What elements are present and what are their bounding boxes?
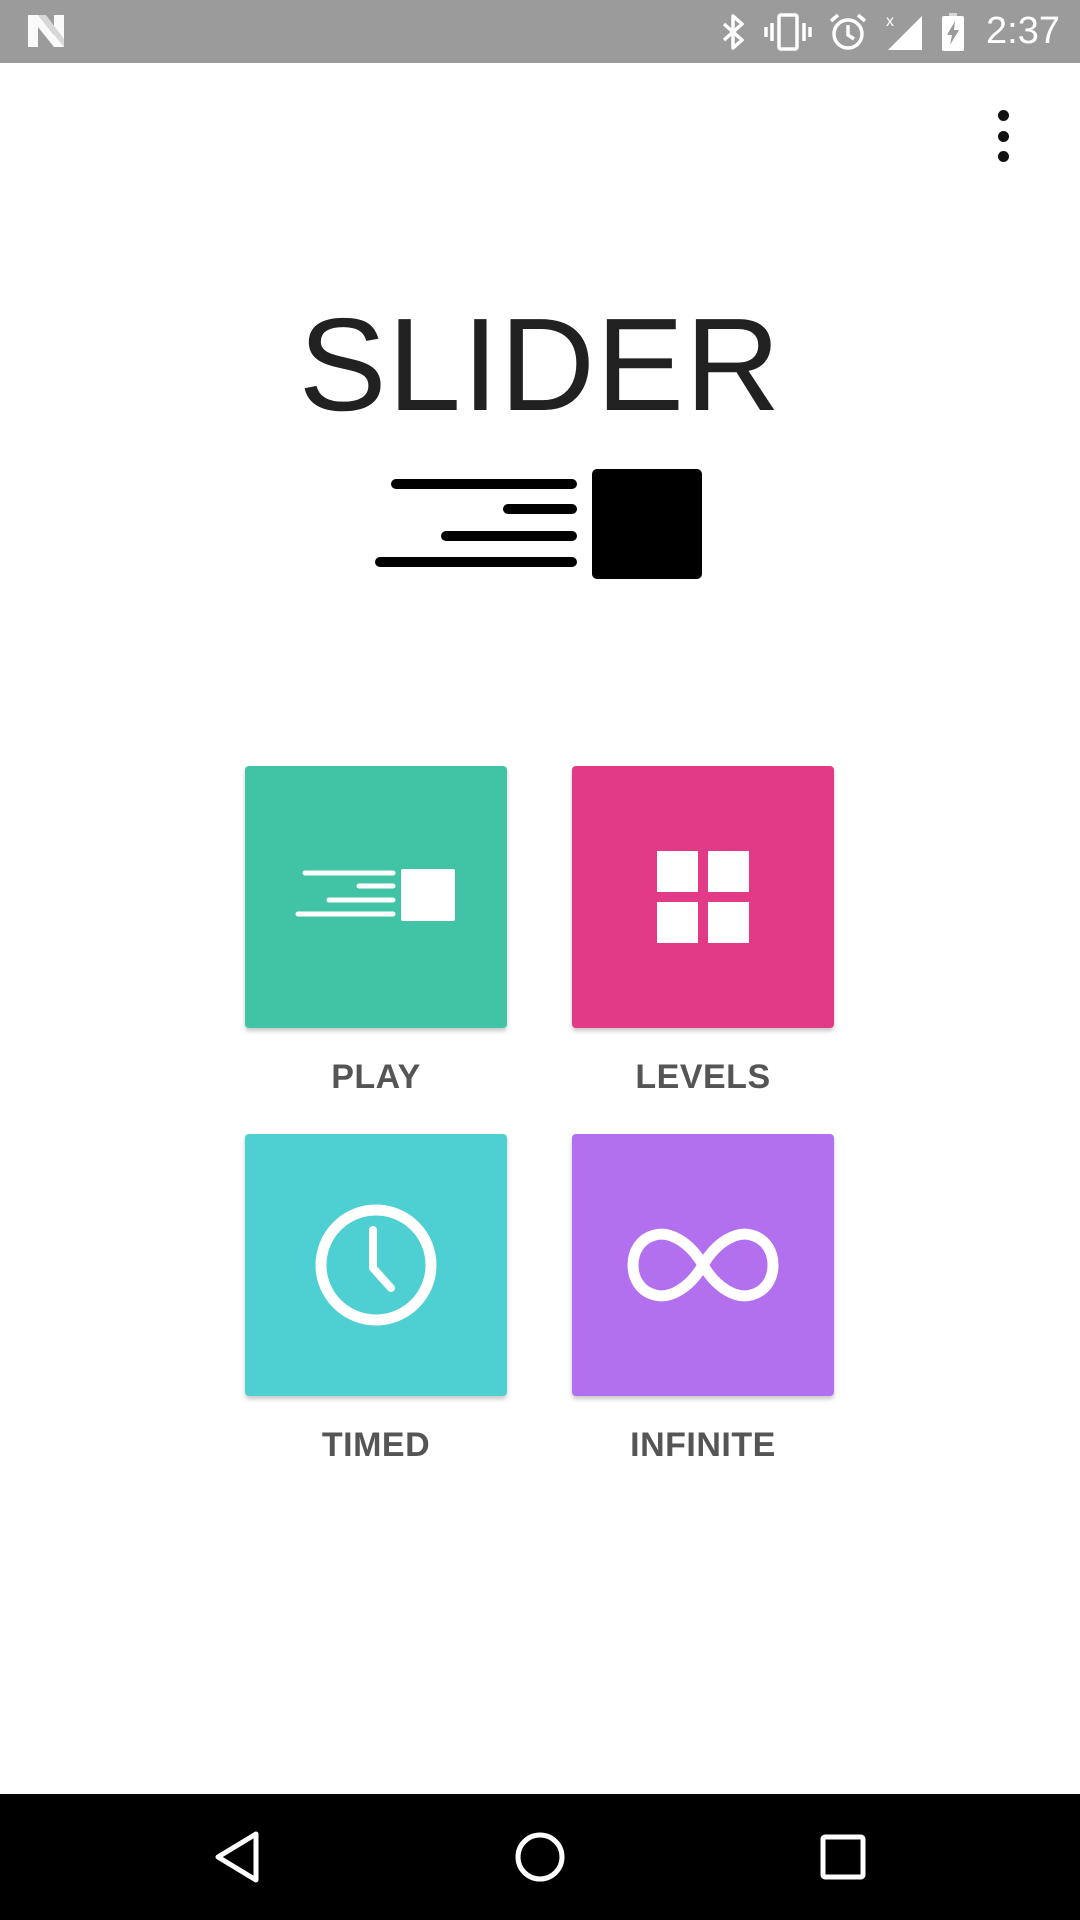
navigation-bar: [0, 1794, 1080, 1920]
screen: x 2:37 SLIDER PLAY LEVELS TIMED INFINITE: [0, 0, 1080, 1920]
status-icons: x 2:37: [720, 0, 1060, 63]
timed-label[interactable]: TIMED: [245, 1426, 507, 1465]
back-icon: [215, 1831, 259, 1883]
signal-icon: x: [886, 13, 923, 50]
levels-button[interactable]: [572, 766, 834, 1028]
vibrate-icon: [764, 12, 812, 51]
grid-icon: [657, 851, 749, 943]
bluetooth-icon: [722, 13, 744, 50]
play-label[interactable]: PLAY: [245, 1058, 507, 1097]
battery-charging-icon: [942, 12, 965, 51]
infinite-button[interactable]: [572, 1134, 834, 1396]
clock-icon: [315, 1204, 437, 1326]
menu-dot: [997, 151, 1009, 162]
svg-text:x: x: [886, 13, 894, 30]
infinite-label[interactable]: INFINITE: [572, 1426, 834, 1465]
menu-dot: [997, 110, 1009, 121]
play-button[interactable]: [245, 766, 507, 1028]
slider-logo-icon: [375, 469, 702, 579]
app-title: SLIDER: [298, 291, 782, 438]
levels-label[interactable]: LEVELS: [572, 1058, 834, 1097]
status-time: 2:37: [986, 10, 1060, 52]
alarm-icon: [829, 13, 867, 50]
home-icon: [515, 1832, 565, 1882]
recents-button[interactable]: [763, 1794, 923, 1920]
timed-button[interactable]: [245, 1134, 507, 1396]
menu-dot: [997, 130, 1009, 142]
status-bar: x 2:37: [0, 0, 1080, 63]
home-button[interactable]: [460, 1794, 620, 1920]
slider-logo-icon: [295, 869, 455, 921]
notification-n-icon: [28, 15, 64, 47]
back-button[interactable]: [157, 1794, 317, 1920]
more-vert-icon[interactable]: [978, 110, 1028, 162]
recents-icon: [820, 1834, 866, 1880]
infinity-icon: [627, 1228, 779, 1302]
